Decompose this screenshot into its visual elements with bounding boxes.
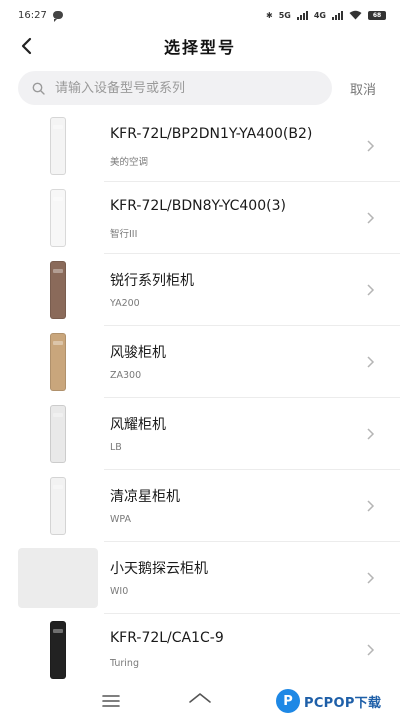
signal-icon-2 [332,10,343,20]
model-item[interactable]: 风耀柜机 LB [0,398,400,470]
model-name: 锐行系列柜机 [110,273,194,289]
signal-icon [296,10,308,20]
chevron-right-icon [367,572,375,584]
ac-unit-image [50,189,66,247]
ac-unit-image [50,477,66,535]
model-name: 风耀柜机 [110,417,166,433]
search-input[interactable] [53,79,317,97]
model-item[interactable]: 风骏柜机 ZA300 [0,326,400,398]
header: 选择型号 [0,30,400,62]
watermark: P PCPOP下载 [276,686,381,716]
model-subtitle: ZA300 [110,370,142,381]
chevron-right-icon [367,356,375,368]
model-name: KFR-72L/BDN8Y-YC400(3) [110,198,286,214]
chevron-right-icon [367,140,375,152]
model-thumbnail [18,476,98,536]
model-subtitle: WPA [110,514,132,525]
model-name: 小天鹅探云柜机 [110,561,208,577]
status-time: 16:27 [18,9,47,21]
model-subtitle: WI0 [110,586,129,597]
watermark-text: PCPOP下载 [304,695,382,711]
chevron-right-icon [367,284,375,296]
model-list: KFR-72L/BP2DN1Y-YA400(B2) 美的空调 KFR-72L/B… [0,110,400,686]
bluetooth-icon: ✱ [266,10,273,20]
search-row: 取消 [0,71,400,105]
page-title: 选择型号 [163,38,236,57]
ac-unit-image [50,621,66,679]
model-item[interactable]: 清凉星柜机 WPA [0,470,400,542]
model-thumbnail [18,260,98,320]
model-subtitle: 智行III [110,229,138,240]
model-item[interactable]: KFR-72L/BDN8Y-YC400(3) 智行III [0,182,400,254]
model-subtitle: YA200 [110,298,140,309]
search-box[interactable] [18,71,332,105]
network-label-2: 4G [313,10,326,20]
model-subtitle: 美的空调 [110,157,149,168]
chevron-right-icon [367,428,375,440]
ac-unit-image [50,261,66,319]
model-thumbnail [18,188,98,248]
model-subtitle: Turing [110,658,139,669]
model-name: 风骏柜机 [110,345,166,361]
model-name: KFR-72L/CA1C-9 [110,630,224,646]
chevron-right-icon [367,644,375,656]
message-icon [52,11,63,22]
status-right: ✱ 5G 4G 68 [266,10,386,20]
back-arrow-icon [21,37,32,55]
search-icon [32,82,45,95]
model-subtitle: LB [110,442,122,453]
ac-unit-image [50,333,66,391]
wifi-icon [349,10,362,20]
model-item[interactable]: KFR-72L/CA1C-9 Turing [0,614,400,686]
chevron-right-icon [367,500,375,512]
battery-icon: 68 [368,10,386,20]
home-icon[interactable] [188,690,212,710]
model-thumbnail [18,404,98,464]
network-label-1: 5G [278,10,291,20]
cancel-button[interactable]: 取消 [350,79,376,98]
model-thumbnail-placeholder [18,548,98,608]
model-thumbnail [18,116,98,176]
model-thumbnail [18,620,98,680]
model-item[interactable]: 锐行系列柜机 YA200 [0,254,400,326]
system-nav-bar: P PCPOP下载 [0,686,400,720]
status-left: 16:27 [18,9,63,22]
model-item[interactable]: 小天鹅探云柜机 WI0 [0,542,400,614]
back-button[interactable] [14,32,38,60]
chevron-right-icon [367,212,375,224]
model-name: 清凉星柜机 [110,489,180,505]
ac-unit-image [50,405,66,463]
watermark-logo: P [276,689,300,713]
model-name: KFR-72L/BP2DN1Y-YA400(B2) [110,126,313,142]
model-thumbnail [18,332,98,392]
menu-icon[interactable] [102,694,120,708]
model-item[interactable]: KFR-72L/BP2DN1Y-YA400(B2) 美的空调 [0,110,400,182]
ac-unit-image [50,117,66,175]
status-bar: 16:27 ✱ 5G 4G 68 [0,0,400,30]
